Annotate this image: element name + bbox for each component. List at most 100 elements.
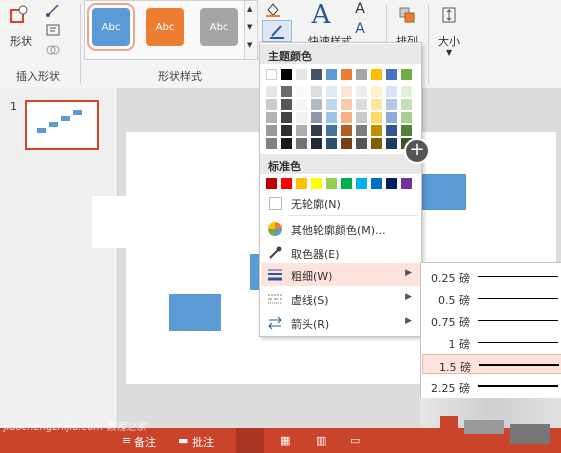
theme-color-swatch[interactable] [281,86,292,97]
theme-color-swatch[interactable] [266,112,277,123]
slideshow-icon[interactable]: ▭ [350,434,360,447]
more-colors-item[interactable]: 其他轮廓颜色(M)... [261,217,420,240]
theme-color-swatch[interactable] [356,112,367,123]
theme-color-swatch[interactable] [386,86,397,97]
text-box-icon[interactable] [44,22,62,38]
theme-color-swatch[interactable] [371,86,382,97]
eyedropper-item[interactable]: 取色器(E) [261,241,420,264]
arrows-item[interactable]: 箭头(R) ▶ [261,311,420,334]
theme-color-swatch[interactable] [266,125,277,136]
theme-color-swatch[interactable] [371,69,382,80]
size-dropdown-icon[interactable]: ▼ [446,48,452,57]
arrange-icon[interactable] [396,4,418,26]
theme-color-swatch[interactable] [386,99,397,110]
theme-color-swatch[interactable] [311,112,322,123]
theme-color-swatch[interactable] [296,125,307,136]
theme-color-swatch[interactable] [326,69,337,80]
standard-color-swatch[interactable] [371,178,382,189]
gallery-scroll[interactable]: ▲ ▼ ▼ [244,0,258,60]
style-tile-blue[interactable]: Abc [87,3,135,51]
theme-color-swatch[interactable] [281,112,292,123]
theme-color-swatch[interactable] [326,112,337,123]
comments-icon[interactable]: ▬ [178,434,188,447]
shape-label[interactable]: 形状 [10,33,32,49]
shape-outline-icon[interactable] [262,20,292,42]
theme-color-swatch[interactable] [341,86,352,97]
theme-color-swatch[interactable] [281,69,292,80]
slide-thumbnail[interactable] [25,100,99,150]
weight-option[interactable]: 0.25 磅 [422,266,561,286]
theme-color-swatch[interactable] [371,112,382,123]
theme-color-swatch[interactable] [266,99,277,110]
weight-option[interactable]: 0.5 磅 [422,288,561,308]
standard-color-swatch[interactable] [296,178,307,189]
shape-icon[interactable] [6,2,32,28]
theme-color-swatch[interactable] [326,138,337,149]
theme-color-swatch[interactable] [386,125,397,136]
notes-icon[interactable]: ≡ [122,434,131,447]
theme-color-swatch[interactable] [371,99,382,110]
theme-color-swatch[interactable] [356,99,367,110]
notes-button[interactable]: 备注 [134,434,156,450]
theme-color-swatch[interactable] [386,69,397,80]
scroll-down-icon[interactable]: ▼ [247,23,252,31]
reading-view-icon[interactable]: ▥ [316,434,326,447]
standard-color-swatch[interactable] [326,178,337,189]
size-label[interactable]: 大小 [438,33,460,49]
theme-color-swatch[interactable] [266,69,277,80]
theme-color-swatch[interactable] [341,69,352,80]
theme-color-swatch[interactable] [341,125,352,136]
theme-color-swatch[interactable] [326,99,337,110]
text-fill-icon[interactable]: A [350,0,370,18]
theme-color-swatch[interactable] [296,138,307,149]
scroll-up-icon[interactable]: ▲ [247,5,252,13]
normal-view-icon[interactable] [236,428,264,453]
style-tile-gray[interactable]: Abc [200,8,238,46]
standard-color-swatch[interactable] [281,178,292,189]
theme-color-swatch[interactable] [326,125,337,136]
standard-color-swatch[interactable] [356,178,367,189]
weight-option[interactable]: 0.75 磅 [422,310,561,330]
theme-color-swatch[interactable] [371,138,382,149]
edit-shape-icon[interactable] [44,2,62,18]
dashes-item[interactable]: 虚线(S) ▶ [261,287,420,310]
weight-option[interactable]: 1.5 磅 [422,354,561,374]
rectangle-shape[interactable] [420,174,466,210]
theme-color-swatch[interactable] [296,112,307,123]
theme-color-swatch[interactable] [266,138,277,149]
theme-color-swatch[interactable] [311,125,322,136]
size-icon[interactable] [438,4,460,26]
style-tile-orange[interactable]: Abc [146,8,184,46]
theme-color-swatch[interactable] [266,86,277,97]
standard-color-swatch[interactable] [386,178,397,189]
weight-item[interactable]: 粗细(W) ▶ [261,263,420,286]
theme-color-swatch[interactable] [386,138,397,149]
theme-color-swatch[interactable] [341,112,352,123]
standard-color-swatch[interactable] [341,178,352,189]
no-outline-item[interactable]: 无轮廓(N) [261,191,420,214]
theme-color-swatch[interactable] [311,69,322,80]
slide-sorter-icon[interactable]: ▦ [280,434,290,447]
theme-color-swatch[interactable] [401,99,412,110]
theme-color-swatch[interactable] [281,138,292,149]
theme-color-swatch[interactable] [356,125,367,136]
comments-button[interactable]: 批注 [192,434,214,450]
theme-color-swatch[interactable] [296,86,307,97]
theme-color-swatch[interactable] [311,86,322,97]
theme-color-swatch[interactable] [401,86,412,97]
weight-option[interactable]: 2.25 磅 [422,376,561,396]
theme-color-swatch[interactable] [311,99,322,110]
merge-shapes-icon[interactable] [44,42,62,58]
theme-color-swatch[interactable] [281,99,292,110]
theme-color-swatch[interactable] [401,125,412,136]
theme-color-swatch[interactable] [326,86,337,97]
theme-color-swatch[interactable] [371,125,382,136]
rectangle-shape[interactable] [169,294,221,331]
theme-color-swatch[interactable] [281,125,292,136]
standard-color-swatch[interactable] [311,178,322,189]
theme-color-swatch[interactable] [296,69,307,80]
text-outline-icon[interactable]: A [350,20,370,38]
theme-color-swatch[interactable] [356,69,367,80]
theme-color-swatch[interactable] [356,86,367,97]
theme-color-swatch[interactable] [311,138,322,149]
